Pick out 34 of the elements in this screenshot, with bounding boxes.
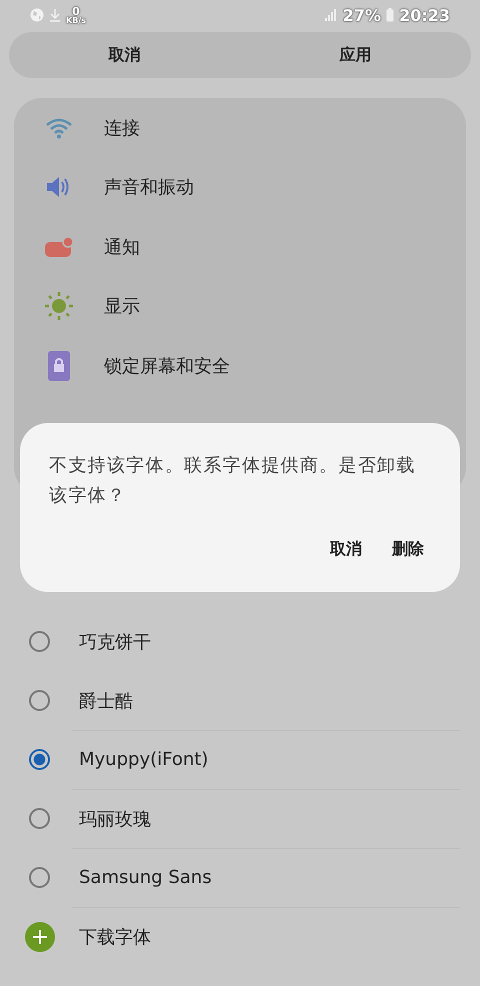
battery-percent: 27% [342, 6, 382, 24]
top-bar-button[interactable]: 应用 [240, 32, 471, 78]
battery-icon [386, 8, 394, 22]
signal-icon [324, 8, 338, 22]
font-option-label[interactable]: 巧克饼干 [79, 630, 151, 654]
top-bar-button[interactable]: 取消 [9, 32, 240, 78]
speed-unit: KB/s [66, 16, 86, 24]
settings-item-label: 显示 [104, 295, 140, 318]
settings-item-label: 连接 [104, 116, 140, 140]
font-option-label[interactable]: 爵士酷 [79, 688, 133, 712]
wifi-icon [45, 116, 73, 139]
dialog-button[interactable]: 删除 [384, 533, 432, 566]
sun-icon [44, 291, 74, 322]
radio-button[interactable] [29, 867, 50, 888]
font-option-label[interactable]: Myuppy(iFont) [79, 749, 208, 770]
settings-item-label: 通知 [104, 236, 140, 259]
radio-button[interactable] [29, 808, 50, 829]
font-option-label[interactable]: 下载字体 [79, 924, 151, 948]
dialog-button[interactable]: 取消 [322, 533, 370, 566]
notification-icon [45, 236, 73, 257]
globe-icon [30, 8, 44, 22]
clock: 20:23 [399, 6, 450, 24]
font-option-label[interactable]: 玛丽玫瑰 [79, 806, 151, 830]
lock-icon [48, 350, 70, 381]
radio-button[interactable] [29, 690, 50, 711]
radio-button[interactable] [29, 749, 50, 770]
font-option-label[interactable]: Samsung Sans [79, 867, 212, 888]
radio-button[interactable] [29, 631, 50, 652]
dialog-message: 不支持该字体。联系字体提供商。是否卸载该字体？ [49, 454, 417, 508]
settings-item-label: 锁定屏幕和安全 [104, 354, 230, 378]
add-icon[interactable] [24, 922, 54, 952]
settings-item-label: 声音和振动 [104, 176, 194, 200]
speed-value: 0 [72, 6, 80, 16]
download-icon [49, 8, 61, 22]
